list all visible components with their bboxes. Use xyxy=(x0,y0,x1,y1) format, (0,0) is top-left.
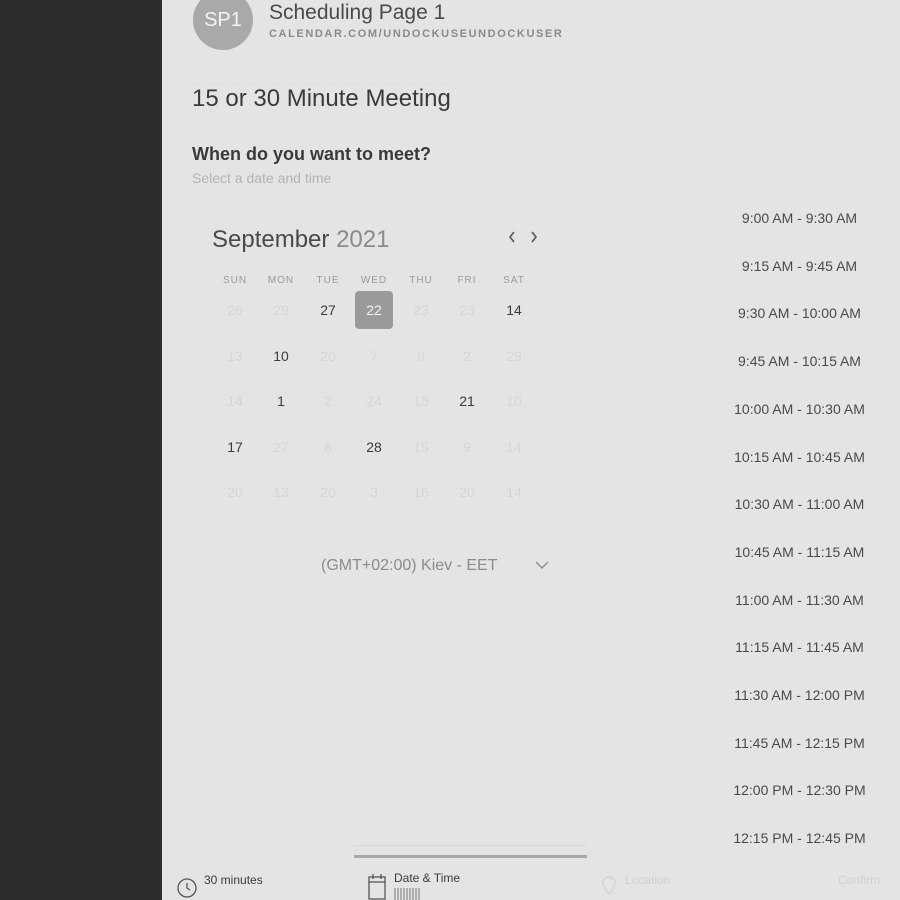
time-slot[interactable]: 9:15 AM - 9:45 AM xyxy=(727,258,872,274)
calendar-day-unavailable: 8 xyxy=(324,438,332,455)
next-month-button[interactable] xyxy=(525,228,543,249)
calendar-day-unavailable: 27 xyxy=(273,438,289,455)
calendar-day-available[interactable]: 10 xyxy=(262,337,300,375)
chevron-down-icon[interactable] xyxy=(535,557,549,573)
calendar-day-unavailable: 20 xyxy=(459,484,475,501)
location-pin-icon xyxy=(602,876,616,895)
calendar-day-unavailable: 23 xyxy=(413,302,429,318)
chevron-right-icon xyxy=(531,231,538,243)
chevron-left-icon xyxy=(508,231,515,243)
calendar-day-unavailable: 14 xyxy=(506,438,522,455)
time-slot[interactable]: 11:45 AM - 12:15 PM xyxy=(727,735,872,751)
location-step[interactable]: Location xyxy=(625,873,670,887)
time-slot[interactable]: 10:45 AM - 11:15 AM xyxy=(727,544,872,560)
left-sidebar xyxy=(0,0,162,900)
calendar-day-unavailable: 2 xyxy=(324,393,332,410)
calendar-day-unavailable: 13 xyxy=(273,484,289,501)
calendar-day-unavailable: 26 xyxy=(227,302,243,318)
calendar-day-available[interactable]: 17 xyxy=(216,428,254,466)
confirm-step[interactable]: Confirm xyxy=(838,873,880,887)
calendar-day-unavailable: 3 xyxy=(370,484,378,501)
calendar-day-unavailable: 16 xyxy=(413,484,429,501)
calendar-day-unavailable: 14 xyxy=(227,393,243,410)
prev-month-button[interactable] xyxy=(503,228,521,249)
calendar-day-available[interactable]: 21 xyxy=(448,382,486,420)
weekday-label: WED xyxy=(360,275,388,286)
calendar-month-title: September 2021 xyxy=(212,226,389,254)
timezone-select[interactable]: (GMT+02:00) Kiev - EET xyxy=(321,557,498,575)
weekday-label: FRI xyxy=(457,275,477,286)
meet-question: When do you want to meet? xyxy=(192,144,431,164)
calendar-day-unavailable: 15 xyxy=(413,438,429,455)
time-slot[interactable]: 10:15 AM - 10:45 AM xyxy=(727,449,872,465)
time-slot[interactable]: 11:30 AM - 12:00 PM xyxy=(727,687,872,703)
calendar-day-unavailable: 29 xyxy=(506,347,522,364)
calendar-day-unavailable: 14 xyxy=(506,484,522,501)
page-url[interactable]: CALENDAR.COM/UNDOCKUSEUNDOCKUSER xyxy=(269,28,563,40)
time-slot[interactable]: 9:30 AM - 10:00 AM xyxy=(727,305,872,321)
calendar-day-available[interactable]: 1 xyxy=(262,382,300,420)
calendar-day-unavailable: 20 xyxy=(320,484,336,501)
divider xyxy=(192,74,452,84)
calendar-day-unavailable: 13 xyxy=(227,347,243,364)
time-slot[interactable]: 11:15 AM - 11:45 AM xyxy=(727,639,872,655)
select-date-hint: Select a date and time xyxy=(192,170,332,186)
time-slot[interactable]: 10:30 AM - 11:00 AM xyxy=(727,496,872,512)
barcode-icon xyxy=(394,888,420,900)
calendar-day-unavailable: 7 xyxy=(370,347,378,364)
calendar-day-unavailable: 15 xyxy=(413,393,429,410)
calendar-day-available[interactable]: 22 xyxy=(355,291,393,329)
calendar-month: September xyxy=(212,226,330,253)
time-slot[interactable]: 10:00 AM - 10:30 AM xyxy=(727,401,872,417)
clock-icon xyxy=(177,878,197,898)
duration-step[interactable]: 30 minutes xyxy=(204,873,263,887)
weekday-label: THU xyxy=(409,275,433,286)
calendar-day-unavailable: 20 xyxy=(227,484,243,501)
calendar-day-unavailable: 9 xyxy=(463,438,471,455)
calendar-day-unavailable: 20 xyxy=(320,347,336,364)
calendar-day-available[interactable]: 14 xyxy=(495,291,533,329)
calendar-day-unavailable: 10 xyxy=(506,393,522,410)
calendar-icon xyxy=(368,874,386,900)
weekday-label: TUE xyxy=(316,275,340,286)
calendar-day-unavailable: 24 xyxy=(366,393,382,410)
meeting-title: 15 or 30 Minute Meeting xyxy=(192,85,451,112)
scheduling-page: SP1 Scheduling Page 1 CALENDAR.COM/UNDOC… xyxy=(162,0,900,900)
calendar-day-available[interactable]: 28 xyxy=(355,428,393,466)
calendar-year: 2021 xyxy=(336,226,390,253)
weekday-label: SAT xyxy=(503,275,525,286)
step-progress-indicator xyxy=(354,855,587,858)
datetime-step[interactable]: Date & Time xyxy=(394,871,460,885)
calendar-day-available[interactable]: 27 xyxy=(309,291,347,329)
calendar-day-unavailable: 29 xyxy=(273,302,289,318)
time-slot[interactable]: 12:00 PM - 12:30 PM xyxy=(727,782,872,798)
weekday-label: SUN xyxy=(222,275,248,286)
time-slot[interactable]: 11:00 AM - 11:30 AM xyxy=(727,592,872,608)
time-slot[interactable]: 9:45 AM - 10:15 AM xyxy=(727,353,872,369)
calendar-day-unavailable: 8 xyxy=(417,347,425,364)
weekday-label: MON xyxy=(267,275,295,286)
page-title: Scheduling Page 1 xyxy=(269,1,446,24)
time-slot[interactable]: 12:15 PM - 12:45 PM xyxy=(727,830,872,846)
avatar: SP1 xyxy=(193,0,253,50)
footer-divider xyxy=(354,845,587,846)
calendar-day-unavailable: 2 xyxy=(463,347,471,364)
calendar-day-unavailable: 23 xyxy=(459,302,475,318)
time-slot[interactable]: 9:00 AM - 9:30 AM xyxy=(727,210,872,226)
